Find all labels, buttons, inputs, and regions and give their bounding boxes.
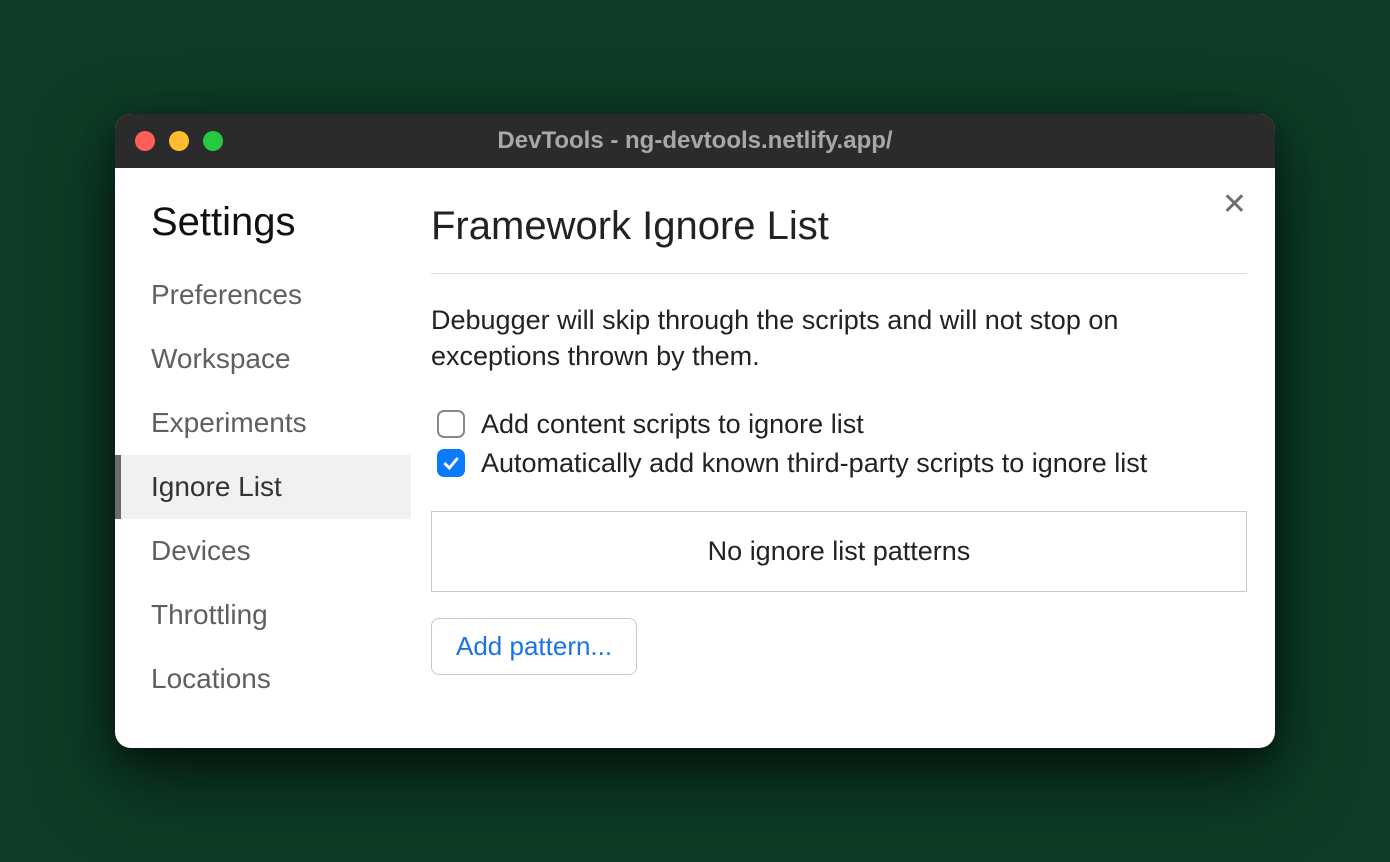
close-icon[interactable]: ✕ xyxy=(1222,190,1247,220)
sidebar-item-label: Locations xyxy=(151,663,271,694)
minimize-window-button[interactable] xyxy=(169,131,189,151)
sidebar-item-workspace[interactable]: Workspace xyxy=(115,327,411,391)
sidebar-item-throttling[interactable]: Throttling xyxy=(115,583,411,647)
checkbox-row-third-party: Automatically add known third-party scri… xyxy=(431,448,1247,479)
third-party-checkbox[interactable] xyxy=(437,449,465,477)
sidebar-item-label: Preferences xyxy=(151,279,302,310)
sidebar-item-label: Throttling xyxy=(151,599,268,630)
traffic-lights xyxy=(135,131,223,151)
titlebar: DevTools - ng-devtools.netlify.app/ xyxy=(115,114,1275,168)
add-pattern-button[interactable]: Add pattern... xyxy=(431,618,637,675)
sidebar-item-experiments[interactable]: Experiments xyxy=(115,391,411,455)
devtools-window: DevTools - ng-devtools.netlify.app/ ✕ Se… xyxy=(115,114,1275,748)
add-pattern-label: Add pattern... xyxy=(456,631,612,661)
settings-sidebar: Settings Preferences Workspace Experimen… xyxy=(115,168,411,748)
sidebar-item-devices[interactable]: Devices xyxy=(115,519,411,583)
checkbox-row-content-scripts: Add content scripts to ignore list xyxy=(431,409,1247,440)
window-title: DevTools - ng-devtools.netlify.app/ xyxy=(497,127,892,155)
sidebar-item-locations[interactable]: Locations xyxy=(115,647,411,711)
page-title: Framework Ignore List xyxy=(431,204,1247,274)
sidebar-item-ignore-list[interactable]: Ignore List xyxy=(115,455,411,519)
maximize-window-button[interactable] xyxy=(203,131,223,151)
content-scripts-checkbox[interactable] xyxy=(437,410,465,438)
third-party-label: Automatically add known third-party scri… xyxy=(481,448,1147,479)
sidebar-item-label: Experiments xyxy=(151,407,307,438)
main-panel: Framework Ignore List Debugger will skip… xyxy=(411,168,1275,748)
page-description: Debugger will skip through the scripts a… xyxy=(431,302,1247,375)
sidebar-title: Settings xyxy=(115,200,411,263)
close-window-button[interactable] xyxy=(135,131,155,151)
patterns-empty-text: No ignore list patterns xyxy=(708,536,971,566)
content-scripts-label: Add content scripts to ignore list xyxy=(481,409,864,440)
checkmark-icon xyxy=(441,453,461,473)
ignore-list-patterns-box: No ignore list patterns xyxy=(431,511,1247,592)
sidebar-item-label: Devices xyxy=(151,535,251,566)
sidebar-item-label: Workspace xyxy=(151,343,291,374)
sidebar-item-label: Ignore List xyxy=(151,471,282,502)
sidebar-item-preferences[interactable]: Preferences xyxy=(115,263,411,327)
content-area: ✕ Settings Preferences Workspace Experim… xyxy=(115,168,1275,748)
